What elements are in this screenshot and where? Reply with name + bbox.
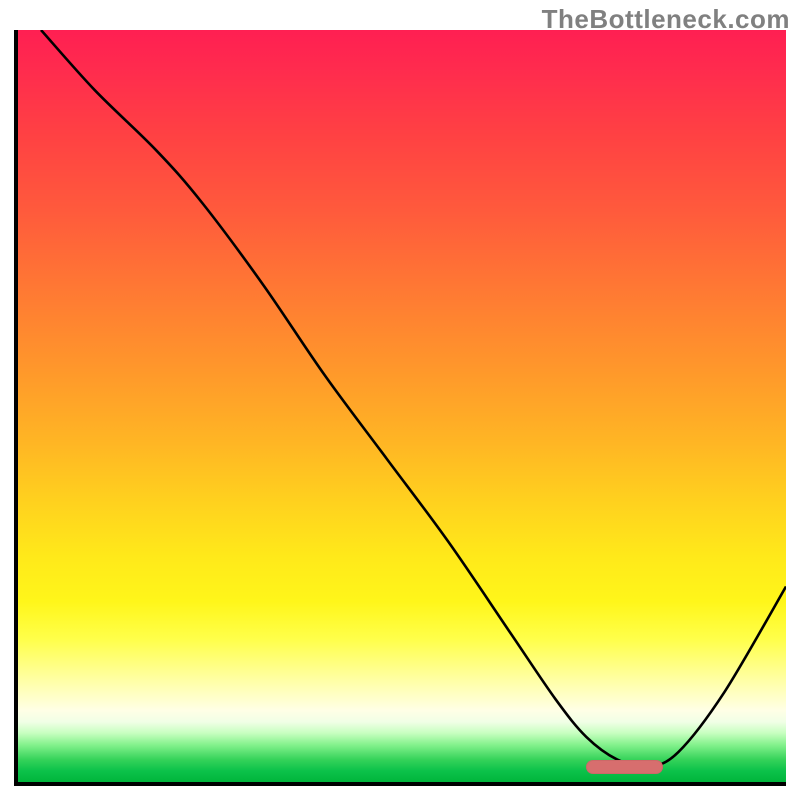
bottleneck-curve-path [41, 30, 786, 767]
watermark-text: TheBottleneck.com [542, 4, 790, 35]
bottleneck-chart: TheBottleneck.com [0, 0, 800, 800]
plot-area [14, 30, 786, 786]
curve-svg [18, 30, 786, 782]
optimal-range-marker [586, 760, 663, 774]
